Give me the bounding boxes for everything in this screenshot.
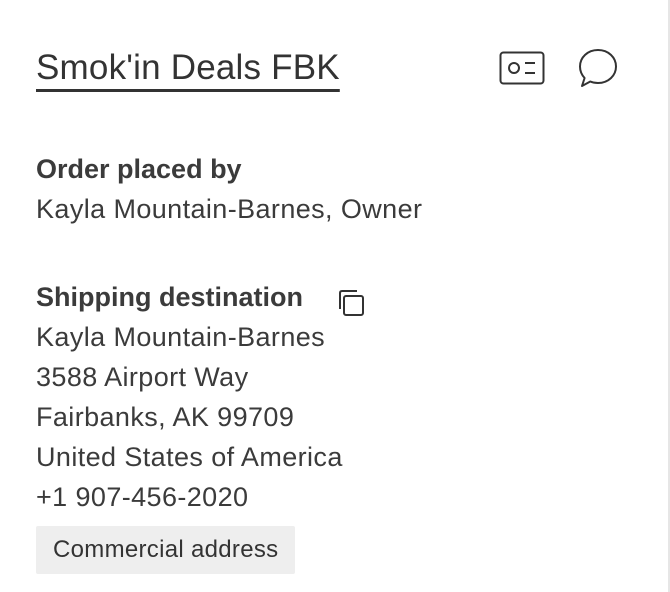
shipping-country: United States of America xyxy=(36,442,343,472)
buyer-header: Smok'in Deals FBK xyxy=(36,46,636,102)
message-bubble-icon xyxy=(579,49,617,87)
shipping-recipient-name: Kayla Mountain-Barnes xyxy=(36,322,326,352)
message-buyer-button[interactable] xyxy=(574,46,622,90)
shipping-street: 3588 Airport Way xyxy=(36,362,249,392)
copy-address-button[interactable] xyxy=(334,286,368,320)
shipping-city-state-zip: Fairbanks, AK 99709 xyxy=(36,402,295,432)
shipping-phone: +1 907-456-2020 xyxy=(36,482,249,512)
address-type-badge: Commercial address xyxy=(36,526,296,574)
order-placed-by-label: Order placed by xyxy=(36,154,242,184)
buyer-name-link[interactable]: Smok'in Deals FBK xyxy=(36,48,340,88)
copy-icon xyxy=(339,290,364,316)
shipping-destination-label: Shipping destination xyxy=(36,282,303,312)
order-placed-by-value: Kayla Mountain-Barnes, Owner xyxy=(36,194,423,224)
view-buyer-profile-button[interactable] xyxy=(498,46,546,90)
id-card-icon xyxy=(499,51,545,85)
